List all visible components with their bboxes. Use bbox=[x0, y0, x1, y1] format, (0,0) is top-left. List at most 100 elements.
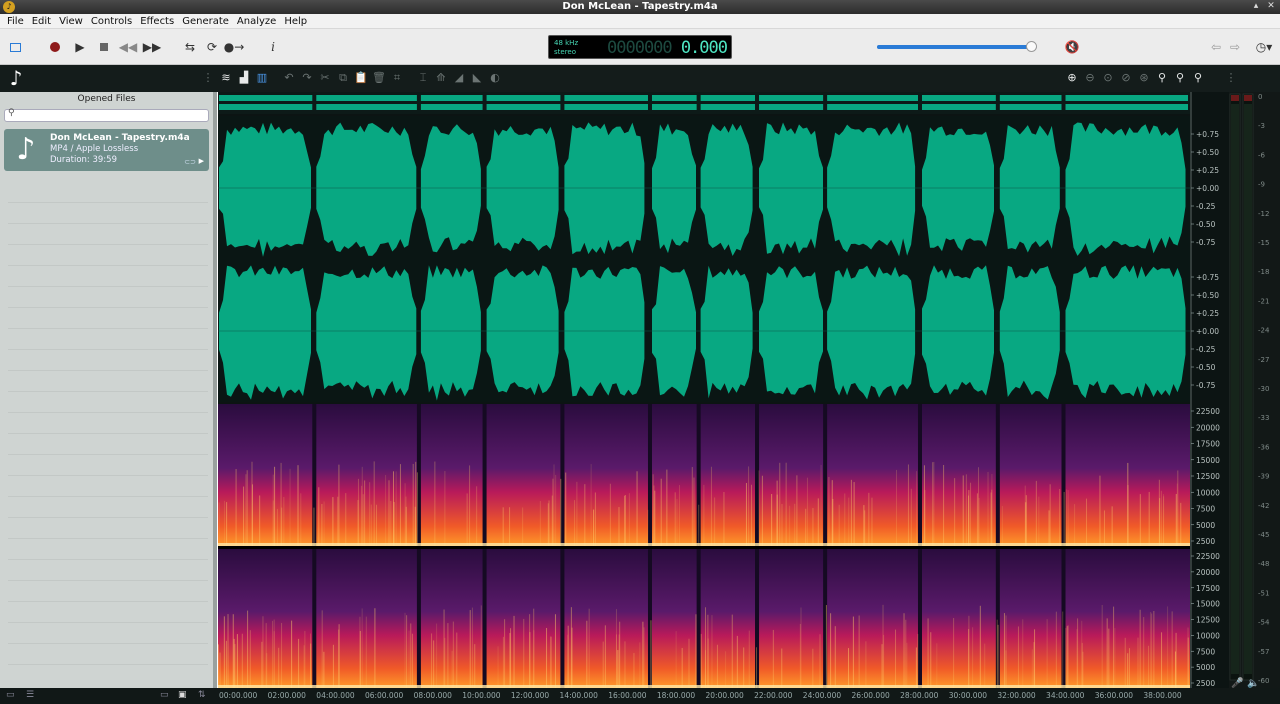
vertical-zoom-in-icon[interactable]: ⚲ bbox=[1155, 71, 1169, 85]
menu-view[interactable]: View bbox=[55, 16, 87, 27]
menu-help[interactable]: Help bbox=[280, 16, 311, 27]
spectrogram-streak bbox=[1148, 491, 1150, 546]
spectrogram-streak bbox=[431, 633, 433, 688]
spectrogram-streak bbox=[323, 501, 325, 546]
copy-icon[interactable]: ⧉ bbox=[336, 71, 350, 85]
close-icon[interactable]: ✕ bbox=[1266, 1, 1276, 11]
crop-icon[interactable]: ⌗ bbox=[390, 71, 404, 85]
zoom-in-icon[interactable]: ⊕ bbox=[1065, 71, 1079, 85]
rewind-button[interactable]: ◀◀ bbox=[119, 38, 137, 56]
redo-icon[interactable]: ↷ bbox=[300, 71, 314, 85]
menu-generate[interactable]: Generate bbox=[178, 16, 233, 27]
zoom-fit-icon[interactable]: ⊘ bbox=[1119, 71, 1133, 85]
skip-button[interactable]: ●→ bbox=[224, 38, 245, 56]
play-button[interactable]: ▶ bbox=[71, 38, 89, 56]
waveform-song-block bbox=[486, 265, 559, 396]
zoom-all-icon[interactable]: ⊛ bbox=[1137, 71, 1151, 85]
spectrogram-streak bbox=[411, 633, 413, 688]
sort-icon[interactable]: ⇅ bbox=[198, 690, 206, 700]
repeat-button[interactable]: ⟳ bbox=[203, 38, 221, 56]
spectrogram-streak bbox=[1175, 493, 1177, 546]
spectrogram-streak bbox=[374, 608, 376, 688]
spectrogram-streak bbox=[636, 471, 638, 546]
image-view-icon[interactable]: ▣ bbox=[178, 690, 187, 700]
spectrogram-streak bbox=[321, 610, 323, 688]
spectrogram-streak bbox=[522, 507, 524, 546]
window-title: Don McLean - Tapestry.m4a bbox=[562, 1, 718, 12]
volume-slider-fill bbox=[877, 45, 1031, 49]
grid-view-icon[interactable]: ☰ bbox=[26, 690, 34, 700]
volume-slider[interactable] bbox=[877, 41, 1037, 52]
amplify-icon[interactable]: ⌶ bbox=[416, 71, 430, 85]
fade-in-icon[interactable]: ◢ bbox=[452, 71, 466, 85]
waveform-view-icon[interactable]: ≋ bbox=[219, 71, 233, 85]
zoom-out-icon[interactable]: ⊖ bbox=[1083, 71, 1097, 85]
normalize-icon[interactable]: ⟰ bbox=[434, 71, 448, 85]
spectrogram-streak bbox=[281, 622, 283, 688]
frequency-tick-label: 22500 bbox=[1196, 407, 1220, 416]
fade-out-icon[interactable]: ◣ bbox=[470, 71, 484, 85]
minimize-icon[interactable]: ▴ bbox=[1251, 1, 1261, 11]
frequency-tick-label: 12500 bbox=[1196, 472, 1220, 481]
record-button[interactable] bbox=[46, 38, 64, 56]
spectrogram-streak bbox=[1065, 627, 1067, 688]
timeline-label: 20:00.000 bbox=[705, 691, 744, 700]
spectrogram-streak bbox=[385, 474, 387, 546]
search-icon: ⚲ bbox=[8, 108, 15, 118]
spectrogram-streak bbox=[370, 504, 372, 546]
back-button[interactable]: ⇦ bbox=[1207, 38, 1225, 56]
waveform-editor[interactable]: +0.75 +0.50 +0.25 +0.00 -0.25 -0.50 -0.75 +0.75… bbox=[217, 92, 1229, 688]
vertical-zoom-reset-icon[interactable]: ⚲ bbox=[1191, 71, 1205, 85]
overview-segment bbox=[420, 95, 483, 101]
link-icon[interactable]: ⊂⊃ bbox=[184, 158, 196, 166]
undo-icon[interactable]: ↶ bbox=[282, 71, 296, 85]
file-list-item[interactable]: ♪ Don McLean - Tapestry.m4a MP4 / Apple … bbox=[4, 129, 209, 171]
spectrogram-streak bbox=[1113, 606, 1115, 688]
list-rule bbox=[8, 454, 208, 455]
loop-button[interactable]: ⇆ bbox=[181, 38, 199, 56]
history-button[interactable]: ◷▾ bbox=[1254, 38, 1274, 56]
waveform-song-block bbox=[564, 122, 645, 255]
timeline-label: 00:00.000 bbox=[219, 691, 258, 700]
forward-button[interactable]: ⇨ bbox=[1226, 38, 1244, 56]
list-view-icon[interactable]: ▭ bbox=[6, 690, 15, 700]
amplitude-tick-label: -0.25 bbox=[1196, 202, 1216, 211]
stop-button[interactable] bbox=[95, 38, 113, 56]
view-toggle-button[interactable] bbox=[6, 38, 24, 56]
file-search-input[interactable]: ⚲ bbox=[4, 108, 209, 122]
spectrogram-streak bbox=[232, 614, 234, 688]
mute-button[interactable]: 🔇 bbox=[1063, 38, 1081, 56]
menu-effects[interactable]: Effects bbox=[136, 16, 178, 27]
meter-db-label: -48 bbox=[1258, 560, 1269, 568]
menu-controls[interactable]: Controls bbox=[87, 16, 136, 27]
spectrogram-view-icon[interactable]: ▥ bbox=[255, 71, 269, 85]
volume-slider-handle[interactable] bbox=[1025, 41, 1037, 52]
spectrogram-streak bbox=[895, 629, 897, 688]
menu-analyze[interactable]: Analyze bbox=[233, 16, 280, 27]
cut-icon[interactable]: ✂ bbox=[318, 71, 332, 85]
info-button[interactable]: i bbox=[264, 38, 282, 56]
overview-segment bbox=[564, 95, 648, 101]
meter-db-label: -51 bbox=[1258, 589, 1269, 597]
menu-file[interactable]: File bbox=[3, 16, 28, 27]
level-meter-canvas: 0 -3 -6 -9 -12 -15 -18 -21 -24 -27 -30 -33 -36 -39 -42… bbox=[1229, 93, 1270, 688]
spectrogram-streak bbox=[714, 497, 716, 546]
menu-edit[interactable]: Edit bbox=[28, 16, 55, 27]
vertical-zoom-out-icon[interactable]: ⚲ bbox=[1173, 71, 1187, 85]
bars-view-icon[interactable]: ▟ bbox=[237, 71, 251, 85]
spectrogram-streak bbox=[731, 614, 733, 688]
spectrogram-streak bbox=[819, 634, 821, 688]
list-rule bbox=[8, 664, 208, 665]
spectrogram-streak bbox=[1055, 611, 1057, 688]
silence-icon[interactable]: ◐ bbox=[488, 71, 502, 85]
waveform-canvas[interactable]: +0.75 +0.50 +0.25 +0.00 -0.25 -0.50 -0.75 +0.75… bbox=[217, 92, 1229, 688]
caption-icon[interactable]: ▭ bbox=[160, 690, 169, 700]
file-play-icon[interactable]: ▶ bbox=[199, 157, 204, 165]
delete-icon[interactable]: 🗑 bbox=[372, 71, 386, 85]
paste-icon[interactable]: 📋 bbox=[354, 71, 368, 85]
zoom-selection-icon[interactable]: ⊙ bbox=[1101, 71, 1115, 85]
spectrogram-streak bbox=[1081, 642, 1083, 688]
fast-forward-button[interactable]: ▶▶ bbox=[143, 38, 161, 56]
spectrogram-streak bbox=[276, 508, 278, 546]
spectrogram-streak bbox=[393, 502, 395, 546]
